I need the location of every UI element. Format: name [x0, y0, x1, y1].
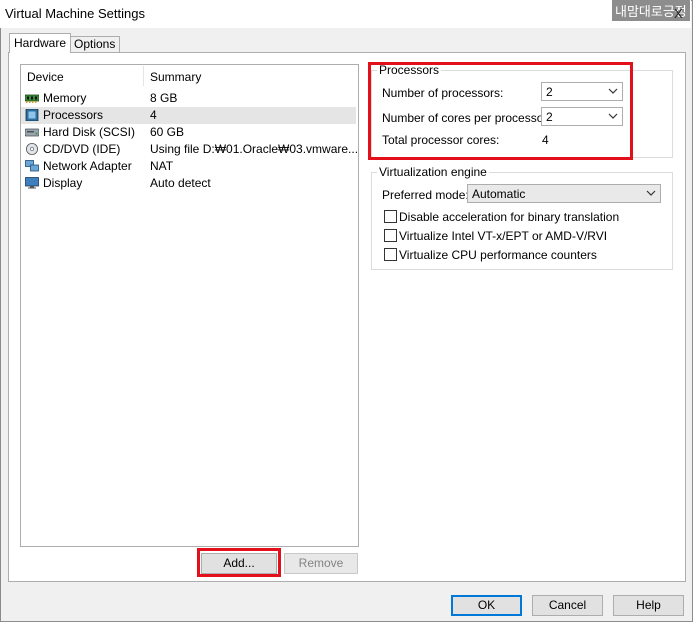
summary-column-header[interactable]: Summary	[150, 70, 201, 84]
virtualize-vtx-checkbox[interactable]	[384, 229, 397, 242]
device-summary: Auto detect	[150, 176, 211, 190]
disable-binary-translation-label[interactable]: Disable acceleration for binary translat…	[399, 210, 619, 224]
cd-dvd-icon	[26, 143, 38, 155]
device-name: Network Adapter	[43, 159, 132, 173]
list-item-memory[interactable]: Memory 8 GB	[21, 90, 356, 107]
disable-binary-translation-checkbox[interactable]	[384, 210, 397, 223]
virtualize-vtx-label[interactable]: Virtualize Intel VT-x/EPT or AMD-V/RVI	[399, 229, 607, 243]
virtualize-cpu-counters-checkbox[interactable]	[384, 248, 397, 261]
hard-disk-icon	[25, 128, 39, 137]
window-title: Virtual Machine Settings	[5, 6, 145, 21]
help-button[interactable]: Help	[613, 595, 684, 616]
cancel-button[interactable]: Cancel	[532, 595, 603, 616]
list-item-network-adapter[interactable]: Network Adapter NAT	[21, 158, 356, 175]
device-name: Memory	[43, 91, 87, 105]
device-summary: 60 GB	[150, 125, 185, 139]
device-name: Hard Disk (SCSI)	[43, 125, 136, 139]
device-name: Display	[43, 176, 83, 190]
ok-button[interactable]: OK	[451, 595, 522, 616]
device-summary: 4	[150, 108, 157, 122]
preferred-mode-select[interactable]: Automatic	[467, 184, 661, 203]
preferred-mode-label: Preferred mode:	[382, 188, 469, 202]
title-bar[interactable]: Virtual Machine Settings	[0, 0, 691, 28]
add-button-highlight	[197, 548, 281, 577]
display-icon	[25, 177, 39, 189]
chevron-down-icon	[646, 190, 656, 196]
network-adapter-icon	[25, 160, 39, 172]
column-divider[interactable]	[143, 66, 144, 86]
device-summary: NAT	[150, 159, 174, 173]
device-summary: Using file D:₩01.Oracle₩03.vmware...	[150, 142, 359, 156]
tab-options[interactable]: Options	[69, 36, 121, 53]
processor-icon	[25, 109, 39, 121]
tab-hardware[interactable]: Hardware	[9, 33, 72, 53]
device-column-header[interactable]: Device	[27, 70, 64, 84]
list-item-hard-disk[interactable]: Hard Disk (SCSI) 60 GB	[21, 124, 356, 141]
processors-highlight	[368, 62, 633, 160]
memory-icon	[25, 94, 39, 103]
close-icon[interactable]: X	[674, 6, 683, 21]
device-name: CD/DVD (IDE)	[43, 142, 121, 156]
virtualize-cpu-counters-label[interactable]: Virtualize CPU performance counters	[399, 248, 597, 262]
list-item-cd-dvd[interactable]: CD/DVD (IDE) Using file D:₩01.Oracle₩03.…	[21, 141, 359, 158]
list-item-display[interactable]: Display Auto detect	[21, 175, 356, 192]
virtualization-engine-title: Virtualization engine	[377, 165, 489, 179]
device-name: Processors	[43, 108, 104, 122]
preferred-mode-value: Automatic	[472, 187, 526, 201]
list-item-processors[interactable]: Processors 4	[21, 107, 356, 124]
device-summary: 8 GB	[150, 91, 178, 105]
remove-button[interactable]: Remove	[284, 553, 358, 574]
